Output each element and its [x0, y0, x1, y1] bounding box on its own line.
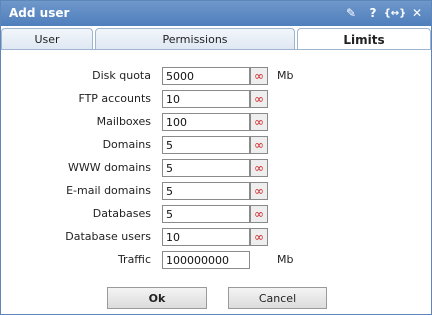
infinity-icon[interactable]: ∞: [250, 159, 268, 177]
dialog-title: Add user: [9, 6, 70, 20]
infinity-icon[interactable]: ∞: [250, 67, 268, 85]
field-row-disk-quota: Disk quota ∞ Mb: [1, 67, 431, 85]
close-icon[interactable]: ✕: [409, 5, 425, 21]
field-row-traffic: Traffic Mb: [1, 251, 431, 269]
limits-panel: Disk quota ∞ Mb FTP accounts ∞ Mailboxes…: [1, 50, 431, 314]
infinity-icon[interactable]: ∞: [250, 228, 268, 246]
tab-user[interactable]: User: [1, 28, 93, 49]
databases-input[interactable]: [162, 205, 250, 223]
tab-limits[interactable]: Limits: [297, 28, 431, 50]
disk-quota-label: Disk quota: [92, 69, 151, 82]
infinity-icon[interactable]: ∞: [250, 205, 268, 223]
traffic-label: Traffic: [117, 253, 151, 266]
domains-input[interactable]: [162, 136, 250, 154]
maximize-icon[interactable]: {↔}: [384, 5, 407, 21]
disk-quota-input[interactable]: [162, 67, 250, 85]
database-users-label: Database users: [65, 230, 151, 243]
www-domains-label: WWW domains: [67, 161, 151, 174]
infinity-icon[interactable]: ∞: [250, 136, 268, 154]
traffic-input[interactable]: [162, 251, 250, 269]
help-icon[interactable]: ?: [365, 5, 381, 21]
database-users-input[interactable]: [162, 228, 250, 246]
infinity-icon[interactable]: ∞: [250, 113, 268, 131]
databases-label: Databases: [92, 207, 151, 220]
field-row-domains: Domains ∞: [1, 136, 431, 154]
ok-button[interactable]: Ok: [107, 287, 207, 309]
disk-quota-unit: Mb: [277, 69, 294, 82]
title-buttons: ✎ ? {↔} ✕: [343, 5, 425, 21]
tab-permissions[interactable]: Permissions: [95, 28, 295, 49]
field-row-email-domains: E-mail domains ∞: [1, 182, 431, 200]
email-domains-label: E-mail domains: [66, 184, 151, 197]
field-row-databases: Databases ∞: [1, 205, 431, 223]
email-domains-input[interactable]: [162, 182, 250, 200]
field-row-database-users: Database users ∞: [1, 228, 431, 246]
ftp-accounts-label: FTP accounts: [78, 92, 151, 105]
tab-strip: User Permissions Limits: [1, 28, 431, 50]
infinity-icon[interactable]: ∞: [250, 90, 268, 108]
cancel-button[interactable]: Cancel: [228, 287, 327, 309]
field-row-mailboxes: Mailboxes ∞: [1, 113, 431, 131]
infinity-icon[interactable]: ∞: [250, 182, 268, 200]
ftp-accounts-input[interactable]: [162, 90, 250, 108]
pin-icon[interactable]: ✎: [343, 5, 359, 21]
field-row-ftp-accounts: FTP accounts ∞: [1, 90, 431, 108]
field-row-www-domains: WWW domains ∞: [1, 159, 431, 177]
traffic-unit: Mb: [277, 253, 294, 266]
add-user-dialog: Add user ✎ ? {↔} ✕ User Permissions Limi…: [0, 0, 432, 315]
mailboxes-label: Mailboxes: [96, 115, 151, 128]
www-domains-input[interactable]: [162, 159, 250, 177]
title-bar[interactable]: Add user ✎ ? {↔} ✕: [1, 1, 431, 26]
domains-label: Domains: [102, 138, 151, 151]
mailboxes-input[interactable]: [162, 113, 250, 131]
